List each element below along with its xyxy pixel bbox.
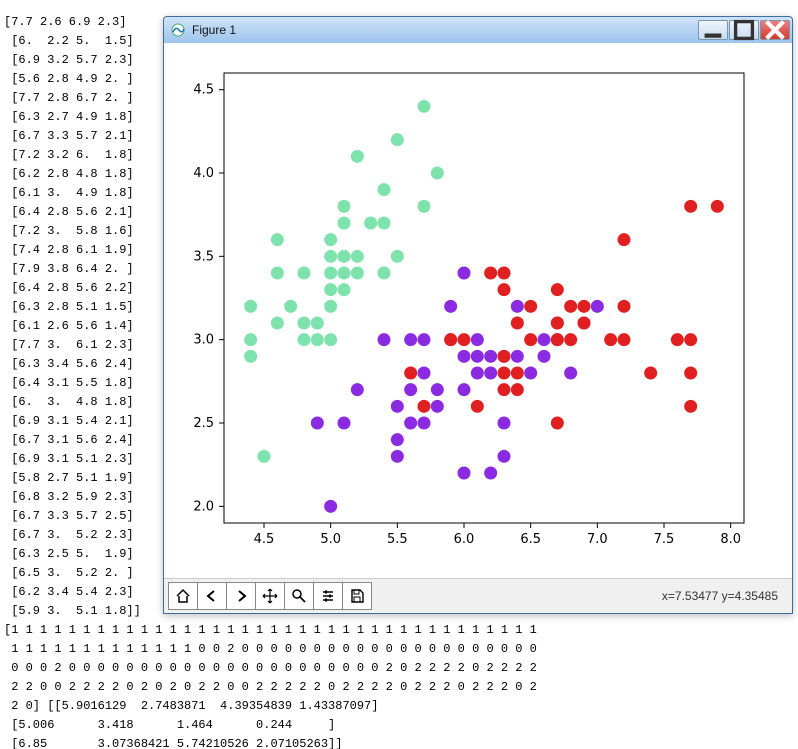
- window-title: Figure 1: [192, 23, 698, 37]
- pan-button[interactable]: [255, 582, 285, 610]
- svg-text:5.0: 5.0: [320, 532, 341, 547]
- app-icon: [170, 22, 186, 38]
- svg-text:5.5: 5.5: [387, 532, 408, 547]
- svg-text:3.0: 3.0: [193, 333, 214, 348]
- svg-text:2.5: 2.5: [193, 416, 214, 431]
- save-button[interactable]: [342, 582, 372, 610]
- figure-window: Figure 1 4.5 5.0 5.5 6.0 6.5 7.0 7.5 8.0 2.0 2.5 3…: [163, 16, 793, 614]
- svg-text:8.0: 8.0: [720, 532, 741, 547]
- toolbar: x=7.53477 y=4.35485: [164, 578, 792, 613]
- home-button[interactable]: [168, 582, 198, 610]
- minimize-button[interactable]: [698, 20, 728, 40]
- svg-text:4.5: 4.5: [254, 532, 275, 547]
- svg-text:4.5: 4.5: [193, 83, 214, 98]
- maximize-button[interactable]: [729, 20, 759, 40]
- svg-text:6.5: 6.5: [520, 532, 541, 547]
- coord-readout: x=7.53477 y=4.35485: [662, 589, 788, 603]
- titlebar[interactable]: Figure 1: [164, 17, 792, 43]
- zoom-button[interactable]: [284, 582, 314, 610]
- plot-area[interactable]: 4.5 5.0 5.5 6.0 6.5 7.0 7.5 8.0 2.0 2.5 3.0 3.5 4.0 4…: [164, 43, 792, 578]
- svg-text:2.0: 2.0: [193, 499, 214, 514]
- forward-button[interactable]: [226, 582, 256, 610]
- close-button[interactable]: [760, 20, 790, 40]
- svg-text:3.5: 3.5: [193, 249, 214, 264]
- svg-text:7.5: 7.5: [654, 532, 675, 547]
- subplot-config-button[interactable]: [313, 582, 343, 610]
- scatter-chart: 4.5 5.0 5.5 6.0 6.5 7.0 7.5 8.0 2.0 2.5 3.0 3.5 4.0 4…: [164, 43, 792, 581]
- svg-text:4.0: 4.0: [193, 166, 214, 181]
- svg-text:7.0: 7.0: [587, 532, 608, 547]
- back-button[interactable]: [197, 582, 227, 610]
- svg-text:6.0: 6.0: [454, 532, 475, 547]
